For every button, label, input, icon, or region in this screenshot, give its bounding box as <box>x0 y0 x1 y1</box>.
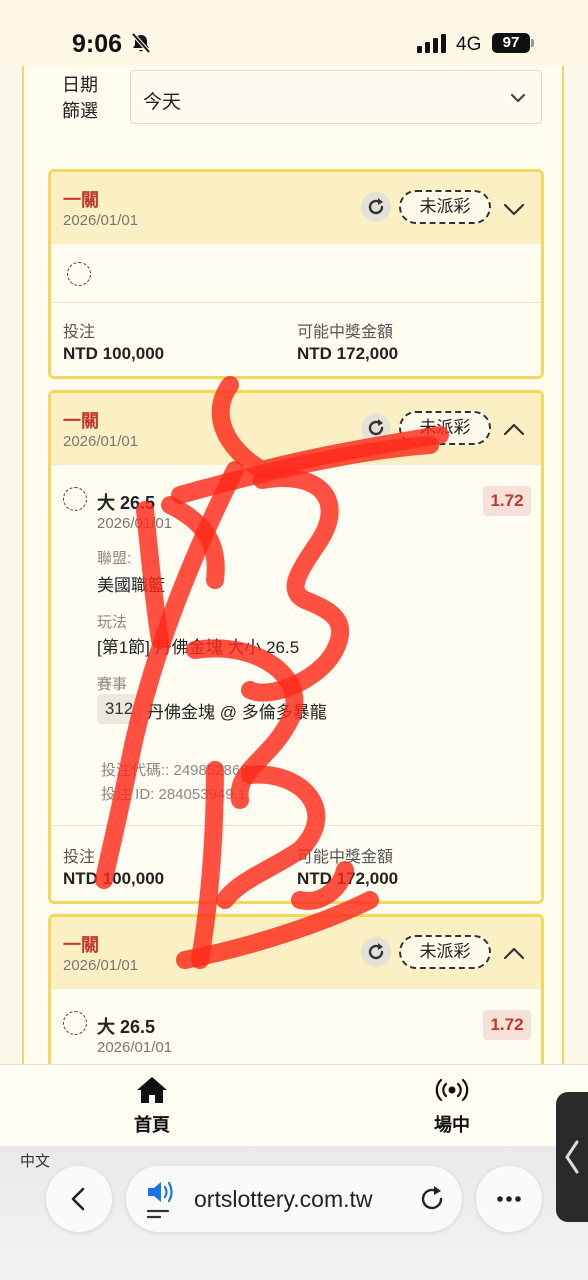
bet-card-header[interactable]: 一關 2026/01/01 未派彩 <box>51 917 541 989</box>
bet-date: 2026/01/01 <box>63 957 139 974</box>
selection-status-icon <box>67 262 91 286</box>
nav-live-label: 場中 <box>434 1115 470 1135</box>
payout-amount: NTD 172,000 <box>297 344 399 363</box>
bet-card-header[interactable]: 一關 2026/01/01 未派彩 <box>51 393 541 465</box>
bet-date: 2026/01/01 <box>63 433 139 450</box>
payout-status-badge: 未派彩 <box>399 935 491 969</box>
bet-card-header[interactable]: 一關 2026/01/01 未派彩 <box>51 172 541 244</box>
browser-toolbar: ortslottery.com.tw <box>0 1146 588 1280</box>
battery-tip <box>531 39 534 47</box>
bottom-nav: 首頁 場中 <box>0 1064 588 1146</box>
silent-bell-icon <box>131 32 151 54</box>
nav-home[interactable]: 首頁 <box>112 1075 192 1137</box>
selection-date: 2026/01/01 <box>97 1039 173 1056</box>
refresh-icon <box>368 419 384 436</box>
bet-card: 一關 2026/01/01 未派彩 大 26.5 2026/01/01 1.72… <box>48 390 544 904</box>
bet-card: 一關 2026/01/01 未派彩 投注 NTD 100,000 可能中獎金額 … <box>48 169 544 379</box>
signal-icon <box>417 34 446 53</box>
refresh-button[interactable] <box>361 937 391 967</box>
date-filter-label-line1: 日期 <box>62 75 98 95</box>
stake-amount: NTD 100,000 <box>63 869 165 888</box>
bet-date: 2026/01/01 <box>63 212 139 229</box>
card-divider <box>51 302 541 303</box>
reload-icon[interactable] <box>418 1185 446 1213</box>
event-id-badge: 312 <box>97 694 141 724</box>
broadcast-icon <box>435 1078 469 1102</box>
bet-id: 投注 ID: 284053949.1 <box>101 786 247 803</box>
speaker-icon[interactable] <box>144 1178 184 1220</box>
payout-status-badge: 未派彩 <box>399 190 491 224</box>
nav-live[interactable]: 場中 <box>412 1075 492 1137</box>
event-label: 賽事 <box>97 676 128 693</box>
selection-title: 大 26.5 <box>97 1017 156 1037</box>
market-label: 玩法 <box>97 614 128 631</box>
chevron-up-icon[interactable] <box>503 419 525 441</box>
side-drawer-tab[interactable] <box>556 1092 588 1222</box>
status-bar: 9:06 4G 97 <box>0 0 588 66</box>
chevron-down-icon <box>510 93 526 103</box>
stake-label: 投注 <box>63 849 96 866</box>
status-time: 9:06 <box>72 30 123 58</box>
payout-label: 可能中獎金額 <box>297 849 394 866</box>
bet-type: 一關 <box>63 935 99 955</box>
selection-date: 2026/01/01 <box>97 515 173 532</box>
odds-badge: 1.72 <box>483 1010 531 1040</box>
back-button[interactable] <box>46 1166 112 1232</box>
network-type: 4G <box>456 34 482 55</box>
refresh-icon <box>368 943 384 960</box>
league-value: 美國職籃 <box>97 576 165 595</box>
bet-type: 一關 <box>63 411 99 431</box>
battery-icon: 97 <box>492 33 530 53</box>
odds-badge: 1.72 <box>483 486 531 516</box>
back-arrow-icon <box>71 1187 85 1211</box>
event-name: 丹佛金塊 @ 多倫多暴龍 <box>147 703 327 722</box>
bet-card: 一關 2026/01/01 未派彩 大 26.5 2026/01/01 1.72 <box>48 914 544 1064</box>
chevron-down-icon[interactable] <box>503 198 525 220</box>
date-filter-value: 今天 <box>143 92 182 113</box>
more-icon <box>497 1196 521 1202</box>
refresh-icon <box>368 198 384 215</box>
selection-title: 大 26.5 <box>97 493 156 513</box>
league-label: 聯盟: <box>97 550 132 567</box>
date-filter-label: 日期 篩選 <box>62 72 106 124</box>
payout-status-badge: 未派彩 <box>399 411 491 445</box>
chevron-up-icon[interactable] <box>503 943 525 965</box>
payout-amount: NTD 172,000 <box>297 869 399 888</box>
market-value: [第1節] 丹佛金塊 大小 26.5 <box>97 638 300 657</box>
selection-status-icon <box>63 487 87 511</box>
refresh-button[interactable] <box>361 192 391 222</box>
bet-history-page: 日期 篩選 今天 一關 2026/01/01 未派彩 投注 NTD 100,00… <box>22 66 564 1064</box>
home-icon <box>137 1077 167 1103</box>
selection-status-icon <box>63 1011 87 1035</box>
date-filter-label-line2: 篩選 <box>62 101 98 121</box>
chevron-left-icon <box>565 1140 579 1174</box>
address-bar[interactable]: ortslottery.com.tw <box>126 1166 462 1232</box>
stake-amount: NTD 100,000 <box>63 344 165 363</box>
bet-type: 一關 <box>63 190 99 210</box>
card-divider <box>51 825 541 826</box>
nav-home-label: 首頁 <box>134 1115 170 1135</box>
stake-label: 投注 <box>63 324 96 341</box>
language-selector[interactable]: 中文 <box>20 1150 50 1171</box>
date-filter-select[interactable]: 今天 <box>130 70 542 124</box>
url-text: ortslottery.com.tw <box>194 1186 373 1212</box>
refresh-button[interactable] <box>361 413 391 443</box>
more-button[interactable] <box>476 1166 542 1232</box>
payout-label: 可能中獎金額 <box>297 324 394 341</box>
bet-code: 投注代碼:: 249852866 <box>101 762 249 779</box>
